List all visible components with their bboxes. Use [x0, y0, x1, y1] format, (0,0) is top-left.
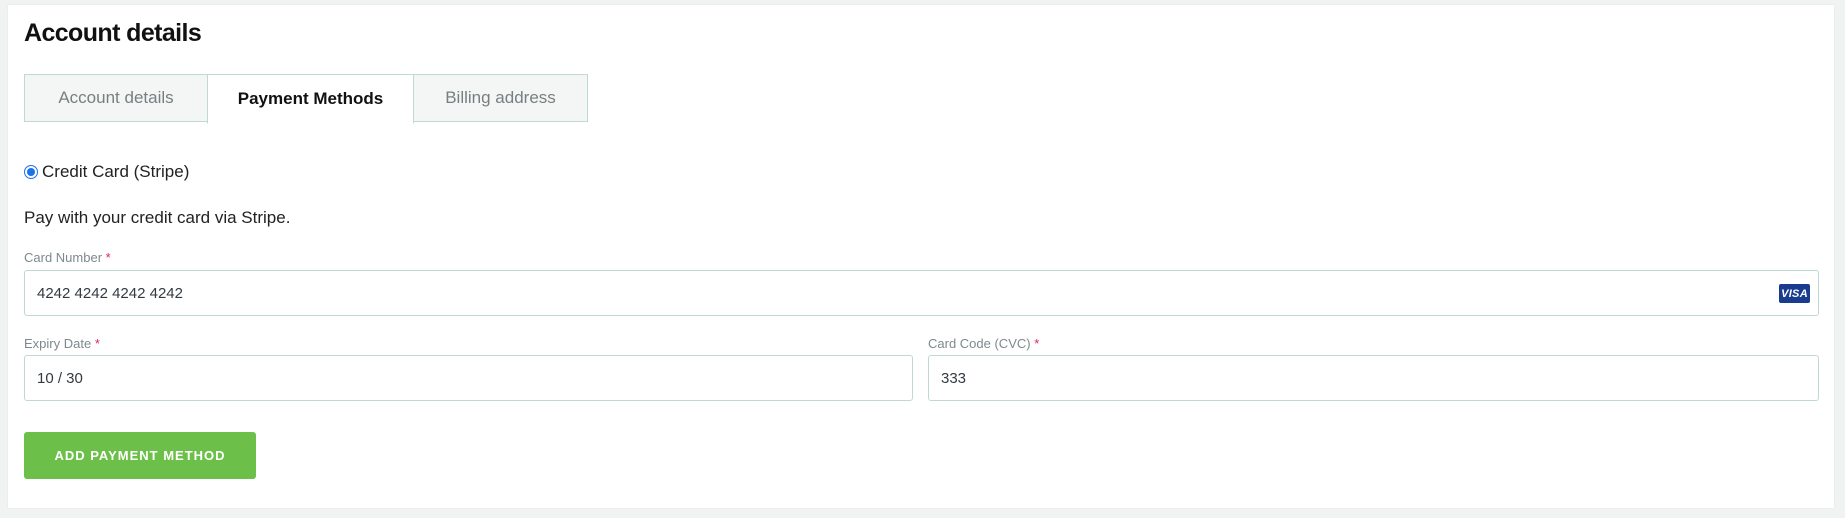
payment-method-label: Credit Card (Stripe) [42, 162, 190, 181]
expiry-date-value: 10 / 30 [37, 369, 83, 387]
account-details-card: Account details Account details Payment … [8, 5, 1834, 508]
expiry-date-label: Expiry Date * [24, 336, 100, 351]
required-marker: * [94, 336, 100, 351]
payment-method-description: Pay with your credit card via Stripe. [24, 208, 291, 227]
required-marker: * [105, 250, 111, 265]
tab-account-details[interactable]: Account details [24, 74, 208, 122]
page-title: Account details [24, 19, 202, 47]
add-payment-method-button[interactable]: ADD PAYMENT METHOD [24, 432, 256, 479]
expiry-date-input[interactable]: 10 / 30 [24, 355, 913, 401]
card-code-label: Card Code (CVC) * [928, 336, 1040, 351]
visa-icon: VISA [1779, 284, 1810, 303]
tab-billing-address[interactable]: Billing address [413, 74, 588, 122]
card-number-label: Card Number * [24, 250, 111, 265]
card-code-value: 333 [941, 369, 967, 387]
required-marker: * [1034, 336, 1040, 351]
tab-payment-methods[interactable]: Payment Methods [207, 74, 414, 124]
credit-card-radio[interactable] [24, 165, 38, 179]
payment-method-option[interactable]: Credit Card (Stripe) [24, 162, 189, 182]
card-number-value: 4242 4242 4242 4242 [37, 284, 183, 302]
card-code-input[interactable]: 333 [928, 355, 1819, 401]
card-number-input[interactable]: 4242 4242 4242 4242 VISA [24, 270, 1819, 316]
tab-bar: Account details Payment Methods Billing … [24, 74, 588, 124]
